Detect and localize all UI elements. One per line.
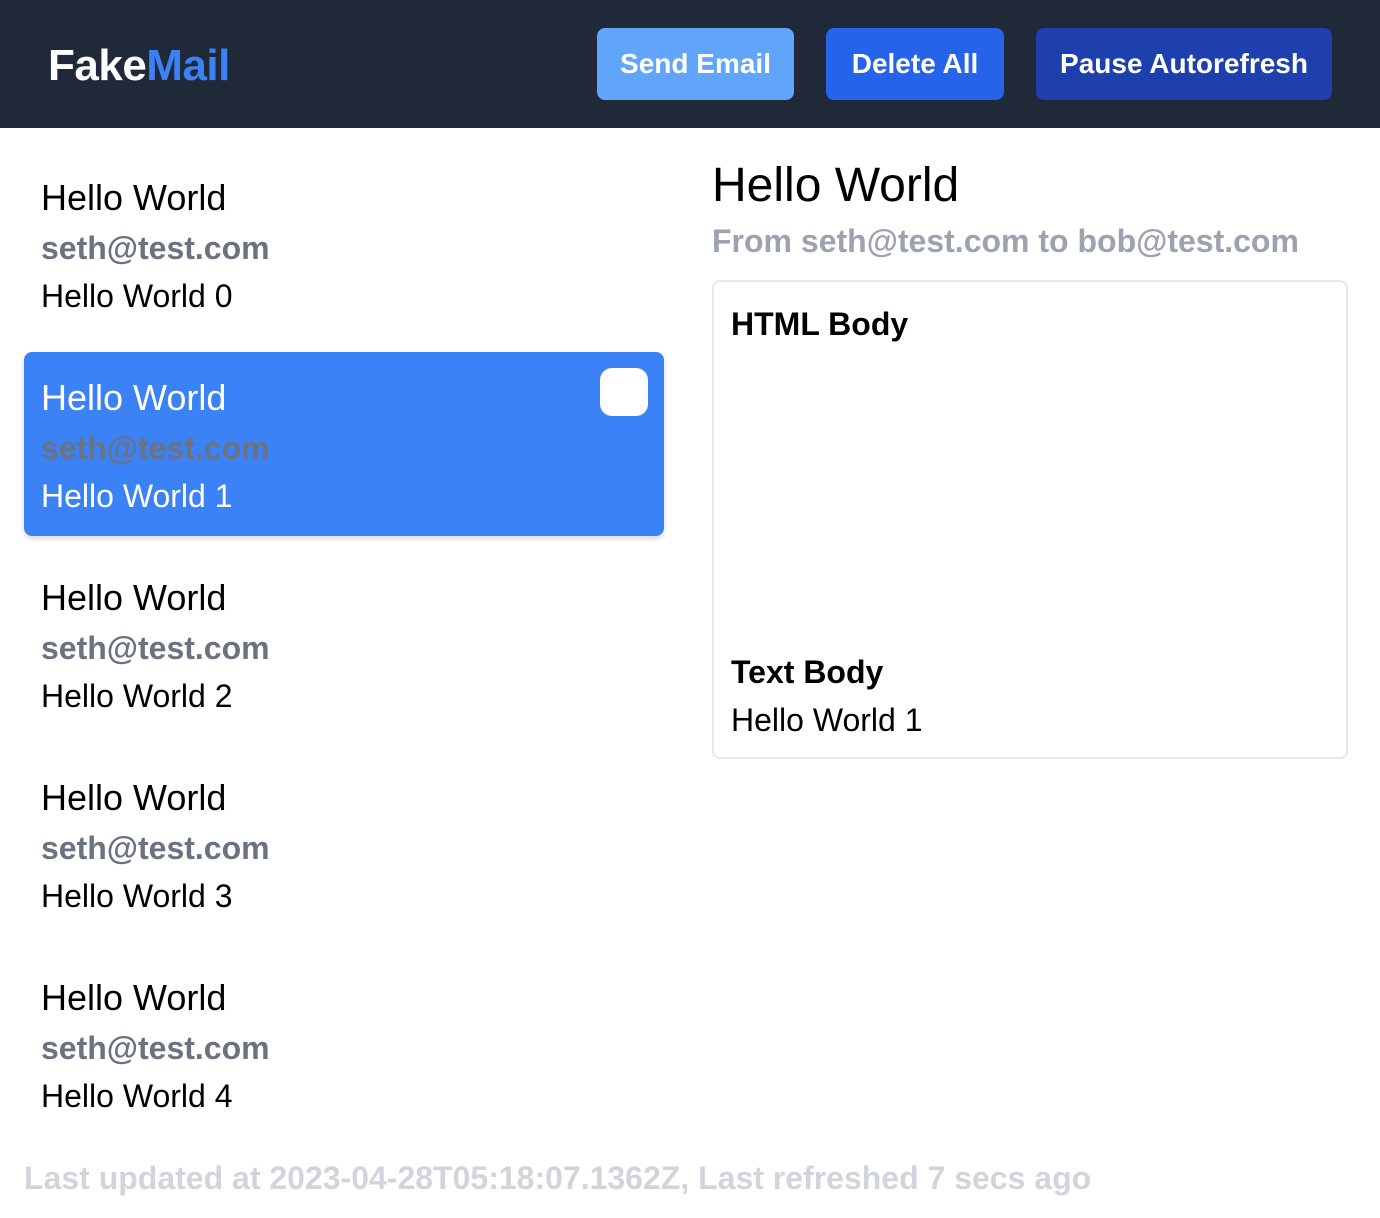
email-sender: seth@test.com <box>41 630 270 666</box>
pause-autorefresh-button[interactable]: Pause Autorefresh <box>1036 28 1332 100</box>
email-sender: seth@test.com <box>41 430 270 466</box>
email-list-item[interactable]: Hello World seth@test.com Hello World 2 <box>24 552 664 736</box>
email-list-item[interactable]: Hello World seth@test.com Hello World 0 <box>24 152 664 336</box>
text-body-content: Hello World 1 <box>731 702 923 738</box>
html-body-frame[interactable] <box>731 354 1331 634</box>
email-list-item[interactable]: Hello World seth@test.com Hello World 4 <box>24 952 664 1136</box>
email-subject: Hello World <box>41 777 227 818</box>
email-list-item[interactable]: Hello World seth@test.com Hello World 3 <box>24 752 664 936</box>
email-body-panel: HTML Body Text Body Hello World 1 <box>712 280 1348 759</box>
delete-all-button[interactable]: Delete All <box>826 28 1004 100</box>
app-logo: FakeMail <box>48 40 230 92</box>
email-detail-pane: Hello World From seth@test.com to bob@te… <box>712 156 1348 759</box>
email-sender: seth@test.com <box>41 1030 270 1066</box>
html-body-heading: HTML Body <box>731 306 909 342</box>
email-subject: Hello World <box>41 377 227 418</box>
email-list: Hello World seth@test.com Hello World 0 … <box>24 152 664 1152</box>
email-subject: Hello World <box>41 977 227 1018</box>
email-preview: Hello World 0 <box>41 278 233 314</box>
email-preview: Hello World 4 <box>41 1078 233 1114</box>
status-footer: Last updated at 2023-04-28T05:18:07.1362… <box>24 1160 1092 1196</box>
email-preview: Hello World 1 <box>41 478 233 514</box>
email-sender: seth@test.com <box>41 230 270 266</box>
text-body-heading: Text Body <box>731 654 884 690</box>
detail-subject: Hello World <box>712 159 960 212</box>
logo-text-fake: Fake <box>48 41 147 90</box>
email-list-item-selected[interactable]: Hello World seth@test.com Hello World 1 <box>24 352 664 536</box>
email-sender: seth@test.com <box>41 830 270 866</box>
logo-text-mail: Mail <box>146 41 230 90</box>
send-email-button[interactable]: Send Email <box>597 28 794 100</box>
email-subject: Hello World <box>41 577 227 618</box>
email-subject: Hello World <box>41 177 227 218</box>
email-select-checkbox[interactable] <box>600 368 648 416</box>
app-header: FakeMail Send Email Delete All Pause Aut… <box>0 0 1380 128</box>
email-preview: Hello World 2 <box>41 678 233 714</box>
email-preview: Hello World 3 <box>41 878 233 914</box>
detail-from-to: From seth@test.com to bob@test.com <box>712 223 1299 259</box>
